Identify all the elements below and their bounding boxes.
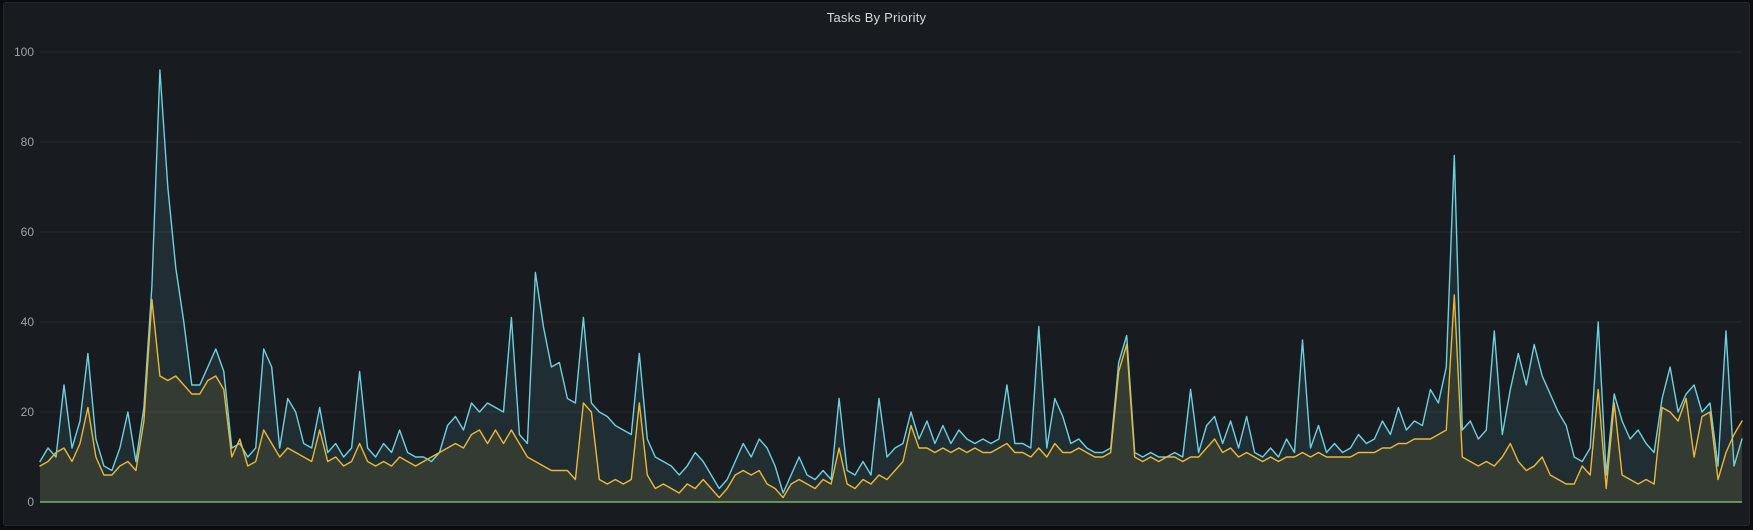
y-axis-label-20: 20 xyxy=(21,405,35,419)
y-axis-label-60: 60 xyxy=(21,225,35,239)
series-blue-fill xyxy=(40,70,1742,502)
y-axis-label-100: 100 xyxy=(14,45,34,59)
dashboard-page: Tasks By Priority 0 20 40 60 80 100 xyxy=(0,0,1753,530)
y-axis-label-40: 40 xyxy=(21,315,35,329)
y-axis-label-0: 0 xyxy=(27,495,34,509)
y-axis-label-80: 80 xyxy=(21,135,35,149)
chart-area: 0 20 40 60 80 100 xyxy=(4,3,1750,526)
panel-tasks-by-priority: Tasks By Priority 0 20 40 60 80 100 xyxy=(3,2,1750,526)
tasks-by-priority-chart[interactable]: 0 20 40 60 80 100 xyxy=(4,3,1750,526)
